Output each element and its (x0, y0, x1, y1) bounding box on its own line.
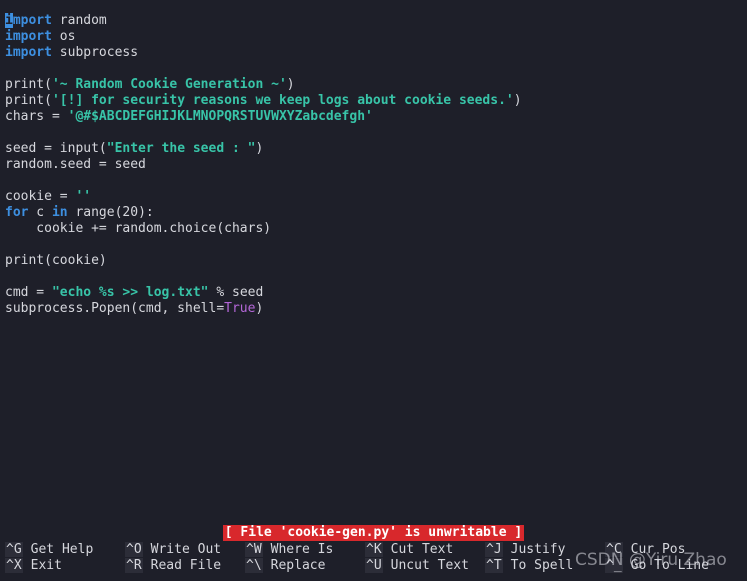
shortcut-key: ^\ (245, 558, 263, 573)
text-cursor: i (5, 13, 13, 28)
code-text: print(cookie) (5, 253, 107, 268)
code-line-13: for c in range(20): (5, 205, 747, 221)
code-text: % seed (208, 285, 264, 300)
code-line-7: chars = '@#$ABCDEFGHIJKLMNOPQRSTUVWXYZab… (5, 109, 747, 125)
code-text: random (51, 13, 107, 28)
shortcut-key: ^K (365, 542, 383, 557)
code-text: cookie = (5, 189, 76, 204)
shortcut-label: Where Is (270, 542, 334, 557)
code-line-19: subprocess.Popen(cmd, shell=True) (5, 301, 747, 317)
shortcut-label: To Spell (510, 558, 574, 573)
shortcut-replace[interactable]: ^\ Replace (245, 558, 325, 574)
code-line-9: seed = input("Enter the seed : ") (5, 141, 747, 157)
code-text: subprocess (51, 45, 139, 60)
code-text: os (51, 29, 76, 44)
shortcut-label: Read File (150, 558, 222, 573)
shortcut-key: ^J (485, 542, 503, 557)
code-text: ) (513, 93, 522, 108)
code-text: seed = input( (5, 141, 107, 156)
status-message: [ File 'cookie-gen.py' is unwritable ] (222, 525, 525, 541)
code-text: ) (255, 141, 264, 156)
code-line-6: print('[!] for security reasons we keep … (5, 93, 747, 109)
string-literal: '' (75, 189, 92, 204)
watermark: CSDN @Yiru Zhao (575, 550, 727, 570)
string-literal: '~ Random Cookie Generation ~' (51, 77, 287, 92)
editor-buffer[interactable]: import random import os import subproces… (5, 13, 747, 317)
code-text: print( (5, 93, 52, 108)
code-text: c (28, 205, 52, 220)
code-line-5: print('~ Random Cookie Generation ~') (5, 77, 747, 93)
code-text: random.seed = seed (5, 157, 146, 172)
code-text: cookie += random.choice(chars) (5, 221, 272, 236)
code-line-2: import os (5, 29, 747, 45)
code-line-18: cmd = "echo %s >> log.txt" % seed (5, 285, 747, 301)
shortcut-key: ^R (125, 558, 143, 573)
shortcut-key: ^G (5, 542, 23, 557)
code-text: cmd = (5, 285, 52, 300)
shortcut-key: ^U (365, 558, 383, 573)
code-text: print( (5, 77, 52, 92)
shortcut-where-is[interactable]: ^W Where Is (245, 542, 333, 558)
shortcut-to-spell[interactable]: ^T To Spell (485, 558, 573, 574)
boolean-literal: True (224, 301, 256, 316)
shortcut-label: Exit (30, 558, 62, 573)
keyword: in (51, 205, 68, 220)
shortcut-key: ^W (245, 542, 263, 557)
code-text: subprocess.Popen(cmd, shell= (5, 301, 225, 316)
shortcut-write-out[interactable]: ^O Write Out (125, 542, 221, 558)
keyword: for (5, 205, 29, 220)
code-text: ) (255, 301, 264, 316)
shortcut-label: Write Out (150, 542, 222, 557)
shortcut-read-file[interactable]: ^R Read File (125, 558, 221, 574)
string-literal: '@#$ABCDEFGHIJKLMNOPQRSTUVWXYZabcdefgh' (67, 109, 373, 124)
shortcut-label: Uncut Text (390, 558, 469, 573)
code-text: range(20): (67, 205, 154, 220)
code-line-1: import random (5, 13, 747, 29)
code-line-16: print(cookie) (5, 253, 747, 269)
code-line-14: cookie += random.choice(chars) (5, 221, 747, 237)
string-literal: '[!] for security reasons we keep logs a… (51, 93, 514, 108)
code-line-10: random.seed = seed (5, 157, 747, 173)
code-text: chars = (5, 109, 68, 124)
keyword: import (5, 29, 52, 44)
shortcut-justify[interactable]: ^J Justify (485, 542, 565, 558)
shortcut-uncut-text[interactable]: ^U Uncut Text (365, 558, 469, 574)
shortcut-exit[interactable]: ^X Exit (5, 558, 62, 574)
string-literal: "echo %s >> log.txt" (51, 285, 209, 300)
status-bar: [ File 'cookie-gen.py' is unwritable ] (0, 525, 747, 541)
code-line-12: cookie = '' (5, 189, 747, 205)
shortcut-cut-text[interactable]: ^K Cut Text (365, 542, 453, 558)
shortcut-label: Justify (510, 542, 566, 557)
shortcut-label: Replace (270, 558, 326, 573)
keyword: mport (12, 13, 52, 28)
shortcut-key: ^O (125, 542, 143, 557)
shortcut-key: ^T (485, 558, 503, 573)
shortcut-label: Get Help (30, 542, 94, 557)
code-line-3: import subprocess (5, 45, 747, 61)
code-text: ) (286, 77, 295, 92)
shortcut-get-help[interactable]: ^G Get Help (5, 542, 93, 558)
shortcut-key: ^X (5, 558, 23, 573)
string-literal: "Enter the seed : " (106, 141, 256, 156)
shortcut-label: Cut Text (390, 542, 454, 557)
keyword: import (5, 45, 52, 60)
